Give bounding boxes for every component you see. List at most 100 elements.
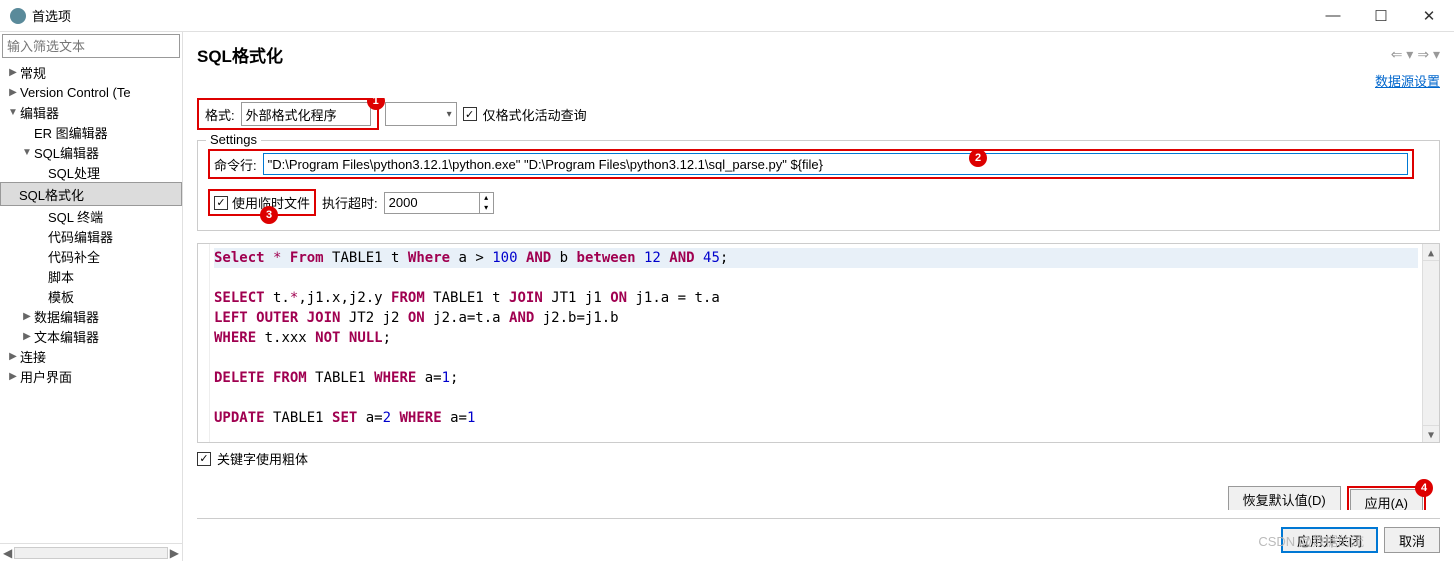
app-icon (10, 8, 26, 24)
tree: ▶常规▶Version Control (Te▼编辑器ER 图编辑器▼SQL编辑… (0, 60, 182, 543)
tree-item[interactable]: SQL 终端 (0, 206, 182, 226)
twisty-icon: ▶ (6, 67, 20, 78)
scroll-down-icon[interactable]: ▼ (1423, 425, 1439, 442)
tree-item[interactable]: SQL处理 (0, 162, 182, 182)
close-button[interactable]: ✕ (1414, 7, 1444, 25)
tree-item[interactable]: ▼SQL编辑器 (0, 142, 182, 162)
tree-label: 文本编辑器 (34, 327, 99, 346)
tree-item[interactable]: 代码编辑器 (0, 226, 182, 246)
annotation-badge-4: 4 (1415, 479, 1433, 497)
temp-checkbox[interactable]: ✓ (214, 196, 228, 210)
titlebar: 首选项 — ☐ ✕ (0, 0, 1454, 32)
tree-label: 代码补全 (48, 247, 100, 266)
tree-label: 编辑器 (20, 103, 59, 122)
footer-buttons: 应用并关闭 CSDN @数据的流 取消 (183, 519, 1454, 561)
format-select[interactable]: 外部格式化程序 (241, 102, 371, 126)
maximize-button[interactable]: ☐ (1366, 7, 1396, 25)
tree-item[interactable]: ▶Version Control (Te (0, 82, 182, 102)
code-area[interactable]: Select * From TABLE1 t Where a > 100 AND… (210, 244, 1422, 442)
only-active-checkbox[interactable]: ✓ (463, 107, 477, 121)
sql-preview: Select * From TABLE1 t Where a > 100 AND… (197, 243, 1440, 443)
window-controls: — ☐ ✕ (1318, 7, 1444, 25)
header: SQL格式化 ⇐ ▾ ⇒ ▾ (183, 32, 1454, 71)
inner-buttons: 恢复默认值(D) 应用(A) 4 (197, 478, 1440, 510)
nav-arrows: ⇐ ▾ ⇒ ▾ (1391, 46, 1440, 63)
timeout-label: 执行超时: (322, 193, 378, 212)
h-scrollbar[interactable]: ◀ ▶ (0, 543, 182, 561)
page-title: SQL格式化 (197, 42, 283, 67)
twisty-icon: ▼ (20, 147, 34, 158)
tree-item[interactable]: ▶常规 (0, 62, 182, 82)
tree-item[interactable]: ▶数据编辑器 (0, 306, 182, 326)
bold-row: ✓ 关键字使用粗体 (197, 449, 1440, 468)
twisty-icon: ▼ (6, 107, 20, 118)
chevron-down-icon: ▾ (447, 109, 452, 120)
tree-label: 模板 (48, 287, 74, 306)
v-scrollbar[interactable]: ▲ ▼ (1422, 244, 1439, 442)
temp-row: ✓ 使用临时文件 3 执行超时: 2000 ▴▾ (208, 189, 1429, 216)
tree-item[interactable]: ER 图编辑器 (0, 122, 182, 142)
scroll-track[interactable] (14, 547, 168, 559)
apply-button[interactable]: 应用(A) (1350, 489, 1423, 510)
tree-label: 代码编辑器 (48, 227, 113, 246)
tree-item[interactable]: ▶用户界面 (0, 366, 182, 386)
link-row: 数据源设置 (183, 71, 1454, 98)
cancel-button[interactable]: 取消 (1384, 527, 1440, 553)
restore-button[interactable]: 恢复默认值(D) (1228, 486, 1341, 510)
tree-label: SQL 终端 (48, 207, 103, 226)
annotation-badge-3: 3 (260, 206, 278, 224)
twisty-icon: ▶ (20, 331, 34, 342)
apply-close-button[interactable]: 应用并关闭 (1281, 527, 1378, 553)
annotation-badge-2: 2 (969, 149, 987, 167)
settings-legend: Settings (206, 132, 261, 147)
nav-fwd-icon[interactable]: ⇒ ▾ (1417, 46, 1440, 63)
format-label: 格式: (205, 105, 235, 124)
datasource-link[interactable]: 数据源设置 (1375, 74, 1440, 89)
tree-label: SQL处理 (48, 163, 100, 182)
format-value: 外部格式化程序 (246, 105, 337, 124)
settings-fieldset: Settings 命令行: 2 ✓ 使用临时文件 3 执行超时: (197, 140, 1440, 231)
tree-label: ER 图编辑器 (34, 123, 108, 142)
cmd-row: 命令行: 2 (208, 149, 1429, 179)
content: 格式: 外部格式化程序 1 ▾ ✓ 仅格式化活动查询 Settings 命令行: (183, 98, 1454, 510)
body: ▶常规▶Version Control (Te▼编辑器ER 图编辑器▼SQL编辑… (0, 32, 1454, 561)
twisty-icon: ▶ (6, 371, 20, 382)
sidebar: ▶常规▶Version Control (Te▼编辑器ER 图编辑器▼SQL编辑… (0, 32, 183, 561)
tree-item[interactable]: ▶文本编辑器 (0, 326, 182, 346)
tree-label: 用户界面 (20, 367, 72, 386)
spin-buttons[interactable]: ▴▾ (479, 193, 493, 213)
window-title: 首选项 (32, 6, 71, 25)
bold-checkbox[interactable]: ✓ (197, 452, 211, 466)
scroll-left-icon[interactable]: ◀ (3, 546, 12, 560)
tree-item[interactable]: 脚本 (0, 266, 182, 286)
minimize-button[interactable]: — (1318, 7, 1348, 24)
tree-label: Version Control (Te (20, 85, 131, 100)
tree-item[interactable]: 模板 (0, 286, 182, 306)
filter-input[interactable] (2, 34, 180, 58)
twisty-icon: ▶ (6, 87, 20, 98)
tree-item[interactable]: 代码补全 (0, 246, 182, 266)
bold-label: 关键字使用粗体 (217, 449, 308, 468)
cmd-input[interactable] (263, 153, 1408, 175)
tree-label: 连接 (20, 347, 46, 366)
tree-label: 数据编辑器 (34, 307, 99, 326)
nav-back-icon[interactable]: ⇐ ▾ (1391, 46, 1414, 63)
scroll-up-icon[interactable]: ▲ (1423, 244, 1439, 261)
tree-item[interactable]: SQL格式化 (0, 182, 182, 206)
format-select-2[interactable]: ▾ (385, 102, 457, 126)
timeout-input[interactable]: 2000 ▴▾ (384, 192, 494, 214)
scroll-right-icon[interactable]: ▶ (170, 546, 179, 560)
tree-label: SQL编辑器 (34, 143, 99, 162)
tree-item[interactable]: ▼编辑器 (0, 102, 182, 122)
tree-label: SQL格式化 (19, 185, 84, 204)
only-active-label: 仅格式化活动查询 (483, 105, 587, 124)
twisty-icon: ▶ (6, 351, 20, 362)
format-row: 格式: 外部格式化程序 1 ▾ ✓ 仅格式化活动查询 (197, 98, 1440, 130)
main: SQL格式化 ⇐ ▾ ⇒ ▾ 数据源设置 格式: 外部格式化程序 1 ▾ (183, 32, 1454, 561)
tree-label: 常规 (20, 63, 46, 82)
tree-label: 脚本 (48, 267, 74, 286)
gutter (198, 244, 210, 442)
twisty-icon: ▶ (20, 311, 34, 322)
tree-item[interactable]: ▶连接 (0, 346, 182, 366)
timeout-value: 2000 (385, 195, 479, 210)
